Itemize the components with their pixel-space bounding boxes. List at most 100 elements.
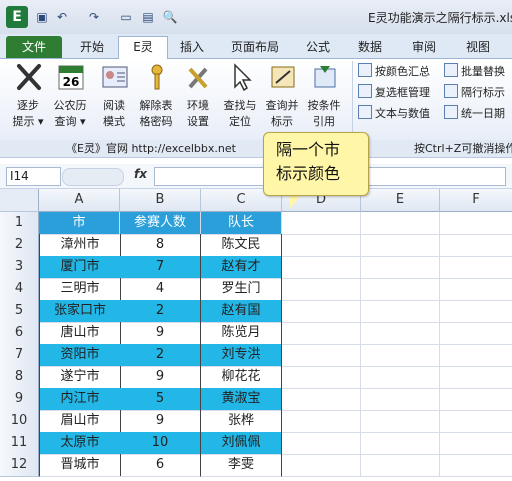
cell-f7[interactable] (440, 344, 512, 367)
row-header-5[interactable]: 5 (0, 300, 39, 323)
cell-e7[interactable] (361, 344, 440, 367)
col-header-a[interactable]: A (39, 189, 120, 212)
environment-settings-button[interactable]: 环境 设置 (180, 59, 216, 128)
cell-b7[interactable]: 2 (120, 344, 201, 367)
row-header-7[interactable]: 7 (0, 344, 39, 367)
lunar-calendar-button[interactable]: 26 公农历 查询 ▾ (52, 59, 88, 128)
step-hint-button[interactable]: 逐步 提示 ▾ (10, 59, 46, 128)
cell-a1[interactable]: 市 (39, 212, 120, 235)
cell-b10[interactable]: 9 (120, 410, 201, 433)
cell-c6[interactable]: 陈览月 (201, 322, 282, 345)
formula-controls[interactable] (62, 168, 124, 186)
sum-by-color-button[interactable]: 按颜色汇总 (358, 63, 430, 81)
cell-a8[interactable]: 遂宁市 (39, 366, 121, 389)
col-header-e[interactable]: E (361, 189, 440, 212)
cell-e2[interactable] (361, 234, 440, 257)
preview-icon[interactable]: 🔍 (162, 9, 178, 25)
tab-formulas[interactable]: 公式 (296, 37, 340, 58)
cell-a6[interactable]: 唐山市 (39, 322, 121, 345)
cell-d2[interactable] (282, 234, 361, 257)
cell-a4[interactable]: 三明市 (39, 278, 121, 301)
cell-c7[interactable]: 刘专洪 (201, 344, 282, 367)
tab-page-layout[interactable]: 页面布局 (222, 37, 288, 58)
cell-d1[interactable] (282, 212, 361, 235)
row-header-9[interactable]: 9 (0, 388, 39, 411)
cell-e3[interactable] (361, 256, 440, 279)
cell-e6[interactable] (361, 322, 440, 345)
unprotect-sheet-button[interactable]: 解除表 格密码 (138, 59, 174, 128)
cell-f6[interactable] (440, 322, 512, 345)
cell-f5[interactable] (440, 300, 512, 323)
cell-b12[interactable]: 6 (120, 454, 201, 477)
cell-a10[interactable]: 眉山市 (39, 410, 121, 433)
cell-a5[interactable]: 张家口市 (39, 300, 121, 323)
row-header-2[interactable]: 2 (0, 234, 39, 257)
cell-d7[interactable] (282, 344, 361, 367)
row-header-8[interactable]: 8 (0, 366, 39, 389)
cell-a9[interactable]: 内江市 (39, 388, 121, 411)
official-site-link[interactable]: 《E灵》官网 http://excelbbx.net (66, 141, 236, 156)
cell-b11[interactable]: 10 (120, 432, 201, 455)
cell-e11[interactable] (361, 432, 440, 455)
cell-c4[interactable]: 罗生门 (201, 278, 282, 301)
cell-b2[interactable]: 8 (120, 234, 201, 257)
cell-c1[interactable]: 队长 (201, 212, 282, 235)
select-all-corner[interactable] (0, 189, 39, 212)
cell-d3[interactable] (282, 256, 361, 279)
row-header-3[interactable]: 3 (0, 256, 39, 279)
cell-a12[interactable]: 晋城市 (39, 454, 121, 477)
cell-d8[interactable] (282, 366, 361, 389)
cell-a3[interactable]: 厦门市 (39, 256, 121, 279)
cell-d6[interactable] (282, 322, 361, 345)
cell-d5[interactable] (282, 300, 361, 323)
cell-f11[interactable] (440, 432, 512, 455)
cell-d9[interactable] (282, 388, 361, 411)
cell-b3[interactable]: 7 (120, 256, 201, 279)
cell-e10[interactable] (361, 410, 440, 433)
row-header-10[interactable]: 10 (0, 410, 39, 433)
cell-c8[interactable]: 柳花花 (201, 366, 282, 389)
cell-e5[interactable] (361, 300, 440, 323)
row-header-6[interactable]: 6 (0, 322, 39, 345)
alternate-row-mark-button[interactable]: 隔行标示 (444, 84, 505, 102)
cell-b9[interactable]: 5 (120, 388, 201, 411)
unify-date-button[interactable]: 统一日期 (444, 105, 505, 123)
cell-b4[interactable]: 4 (120, 278, 201, 301)
batch-replace-button[interactable]: 批量替换 (444, 63, 505, 81)
cell-f9[interactable] (440, 388, 512, 411)
cell-f2[interactable] (440, 234, 512, 257)
cell-a11[interactable]: 太原市 (39, 432, 121, 455)
cell-b5[interactable]: 2 (120, 300, 201, 323)
redo-icon[interactable]: ↷ (86, 9, 102, 25)
col-header-b[interactable]: B (120, 189, 201, 212)
new-icon[interactable]: ▭ (118, 9, 134, 25)
cell-f8[interactable] (440, 366, 512, 389)
row-header-4[interactable]: 4 (0, 278, 39, 301)
text-number-button[interactable]: 文本与数值 (358, 105, 430, 123)
cell-e9[interactable] (361, 388, 440, 411)
reading-mode-button[interactable]: 阅读 模式 (96, 59, 132, 128)
cell-f1[interactable] (440, 212, 512, 235)
fx-icon[interactable]: fx (134, 167, 147, 181)
cell-e8[interactable] (361, 366, 440, 389)
save-icon[interactable]: ▣ (34, 9, 50, 25)
tab-review[interactable]: 审阅 (402, 37, 446, 58)
cell-c5[interactable]: 赵有国 (201, 300, 282, 323)
cell-c10[interactable]: 张桦 (201, 410, 282, 433)
name-box[interactable]: I14 (6, 167, 61, 186)
cell-c12[interactable]: 李雯 (201, 454, 282, 477)
cell-e4[interactable] (361, 278, 440, 301)
open-icon[interactable]: ▤ (140, 9, 156, 25)
tab-file[interactable]: 文件 (6, 36, 62, 58)
col-header-f[interactable]: F (440, 189, 512, 212)
checkbox-manage-button[interactable]: 复选框管理 (358, 84, 430, 102)
conditional-reference-button[interactable]: 按条件 引用 (306, 59, 342, 128)
cell-d10[interactable] (282, 410, 361, 433)
cell-d11[interactable] (282, 432, 361, 455)
tab-view[interactable]: 视图 (456, 37, 500, 58)
cell-b8[interactable]: 9 (120, 366, 201, 389)
cell-a2[interactable]: 漳州市 (39, 234, 121, 257)
cell-c9[interactable]: 黄淑宝 (201, 388, 282, 411)
excel-logo-icon[interactable]: E (6, 6, 28, 28)
cell-f4[interactable] (440, 278, 512, 301)
